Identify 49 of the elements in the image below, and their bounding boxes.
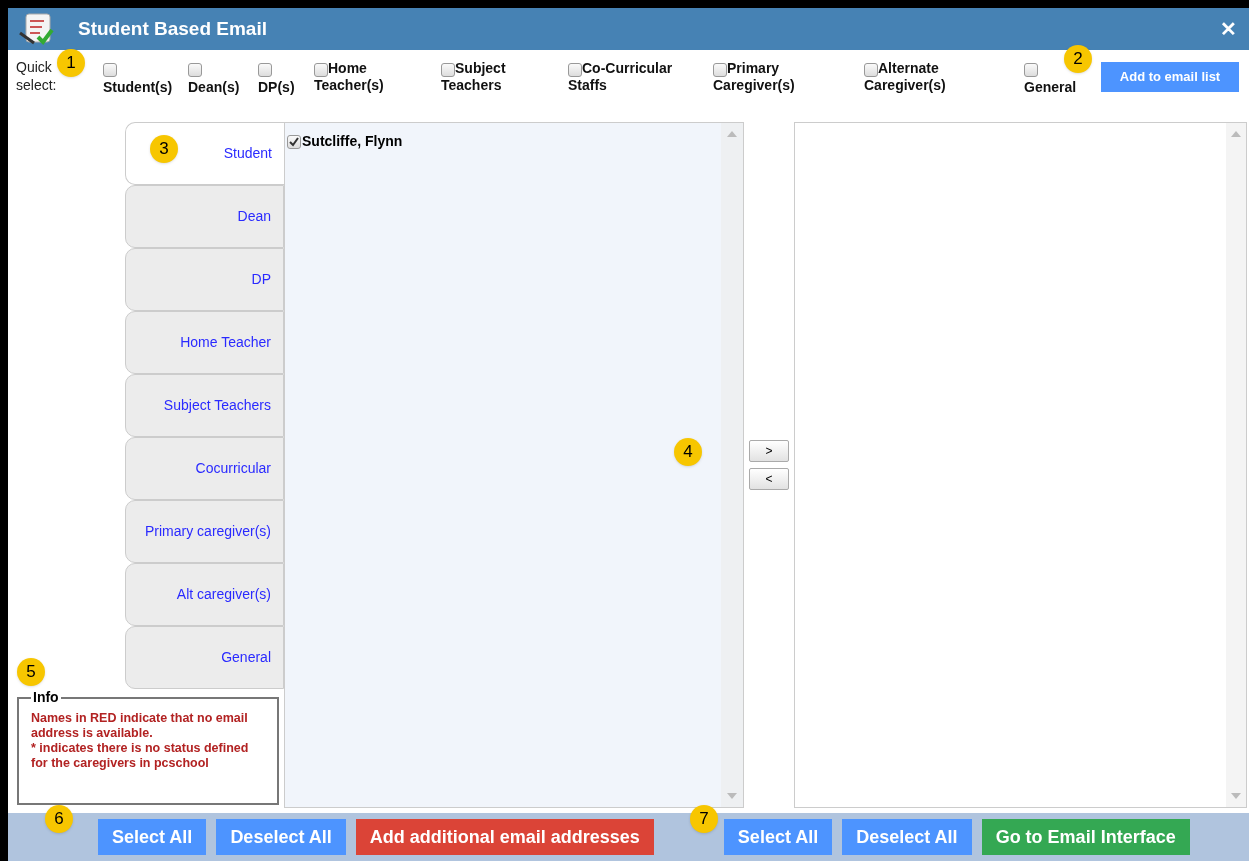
close-button[interactable]: ✕	[1220, 14, 1237, 44]
checkbox-label: Subject	[455, 60, 506, 77]
checkbox-label: Teacher(s)	[314, 77, 385, 94]
callout-badge: 1	[57, 49, 85, 77]
add-addresses-button[interactable]: Add additional email addresses	[355, 819, 654, 855]
checkbox-label: General	[1024, 79, 1078, 96]
info-title: Info	[31, 689, 61, 705]
checkbox-label: Student(s)	[103, 79, 174, 96]
checkbox-label: Co-Curricular	[582, 60, 673, 77]
move-button[interactable]: >	[749, 440, 789, 462]
checkbox-label: Alternate	[878, 60, 939, 77]
checkbox[interactable]	[441, 63, 455, 77]
tab[interactable]: DP	[125, 248, 284, 311]
move-button[interactable]: <	[749, 468, 789, 490]
checkbox-label: Primary	[727, 60, 780, 77]
list-item[interactable]: Sutcliffe, Flynn	[302, 131, 403, 152]
window-title: Student Based Email	[78, 16, 267, 41]
callout-badge: 2	[1064, 45, 1092, 73]
tab[interactable]: Alt caregiver(s)	[125, 563, 284, 626]
tab[interactable]: Subject Teachers	[125, 374, 284, 437]
info-text: Names in RED indicate that no email address is available. * indicates there is no status defined for the caregivers in pcschool	[31, 711, 250, 771]
quick-select-label: Quick select:	[16, 58, 58, 94]
callout-badge: 6	[45, 805, 73, 833]
scroll-down-icon[interactable]	[727, 793, 737, 799]
scroll-up-icon[interactable]	[1231, 131, 1241, 137]
tab[interactable]: Dean	[125, 185, 284, 248]
tab[interactable]: Primary caregiver(s)	[125, 500, 284, 563]
scroll-up-icon[interactable]	[727, 131, 737, 137]
checkbox[interactable]	[287, 134, 301, 149]
checkbox-label: Teachers	[441, 77, 503, 94]
checkbox[interactable]	[568, 63, 582, 77]
checkbox-label: DP(s)	[258, 79, 296, 96]
tab[interactable]: Cocurricular	[125, 437, 284, 500]
checkbox-label: Home	[328, 60, 367, 77]
checkbox-label: Staffs	[568, 77, 608, 94]
checkbox[interactable]	[713, 63, 727, 77]
tab[interactable]: General	[125, 626, 284, 689]
checkbox[interactable]	[864, 63, 878, 77]
scroll-down-icon[interactable]	[1231, 793, 1241, 799]
tab[interactable]: Home Teacher	[125, 311, 284, 374]
callout-badge: 5	[17, 658, 45, 686]
checkbox-label: Caregiver(s)	[713, 77, 796, 94]
checkbox-label: Dean(s)	[188, 79, 241, 96]
checkbox-label: Caregiver(s)	[864, 77, 947, 94]
checkbox[interactable]	[314, 63, 328, 77]
checkbox[interactable]	[258, 63, 272, 77]
checkbox[interactable]	[103, 63, 117, 77]
checkbox[interactable]	[1024, 63, 1038, 77]
checkbox[interactable]	[188, 63, 202, 77]
